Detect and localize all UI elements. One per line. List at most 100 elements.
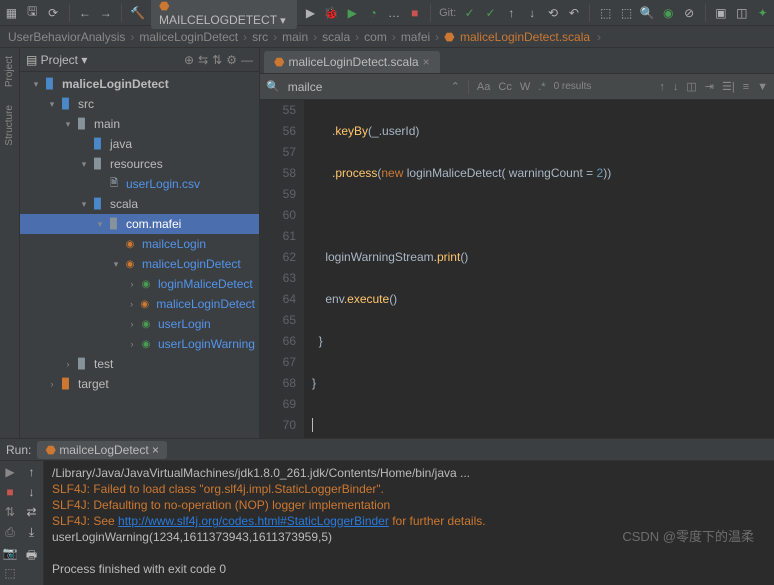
git-revert-icon[interactable]: ↶ [566, 5, 581, 21]
run-actions-left: ▶ ■ ⇅ ⎙ 📷 ⬚ [0, 461, 20, 585]
tree-node[interactable]: ›▉target [20, 374, 259, 394]
forward-icon[interactable]: → [98, 5, 113, 21]
match-case[interactable]: Aa [477, 81, 490, 93]
tree-node[interactable]: ▾▉scala [20, 194, 259, 214]
profile-icon[interactable]: ◔ [366, 5, 381, 21]
crumb[interactable]: mafei [401, 30, 430, 44]
run-actions-right: ↑ ↓ ⇄ ⤓ 🖶 [20, 461, 44, 585]
crumb[interactable]: src [252, 30, 268, 44]
stop-icon[interactable]: ■ [6, 485, 13, 499]
tree-node-selected[interactable]: ▾▉com.mafei [20, 214, 259, 234]
tree-node[interactable]: ▾▉resources [20, 154, 259, 174]
project-tab[interactable]: Project [4, 52, 15, 91]
debug-icon[interactable]: 🐞 [324, 5, 339, 21]
up-icon[interactable]: ↑ [29, 465, 35, 479]
hide-icon[interactable]: — [241, 53, 253, 67]
down-icon[interactable]: ↓ [673, 81, 679, 93]
project-tool-window: ▤ Project ▾ ⊕ ⇆ ⇅ ⚙ — ▾▉maliceLoginDetec… [20, 48, 260, 438]
tree-node[interactable]: ▾▉main [20, 114, 259, 134]
sel-lines-icon[interactable]: ☰| [722, 80, 735, 93]
run-tool-window: Run: ⬣ mailceLogDetect × ▶ ■ ⇅ ⎙ 📷 ⬚ ↑ ↓… [0, 438, 774, 585]
run-config-dropdown[interactable]: ⬣ MAILCELOGDETECT ▾ [151, 0, 297, 29]
find-icon[interactable]: 🔍 [640, 5, 655, 21]
git-commit-icon[interactable]: ✓ [483, 5, 498, 21]
file-icon[interactable]: ▦ [4, 5, 19, 21]
tree-node[interactable]: ›▉test [20, 354, 259, 374]
exit-icon[interactable]: ⬚ [4, 566, 15, 580]
match-cc[interactable]: Cc [498, 81, 511, 93]
save-icon[interactable]: 🖫 [25, 5, 40, 21]
rerun-icon[interactable]: ▶ [5, 465, 14, 479]
tree-node[interactable]: ▾◉maliceLoginDetect [20, 254, 259, 274]
search-input[interactable] [288, 80, 443, 94]
crumb[interactable]: main [282, 30, 308, 44]
tools-icon[interactable]: ⬚ [619, 5, 634, 21]
structure-tab[interactable]: Structure [4, 101, 15, 150]
run-header: Run: ⬣ mailceLogDetect × [0, 439, 774, 461]
file-tab[interactable]: ⬣maliceLoginDetect.scala× [264, 51, 440, 73]
hammer-icon[interactable]: 🔨 [130, 5, 145, 21]
git-push-icon[interactable]: ↑ [504, 5, 519, 21]
stop-icon[interactable]: ■ [407, 5, 422, 21]
layout-icon[interactable]: ⇅ [5, 505, 15, 519]
git-pull-icon[interactable]: ✓ [462, 5, 477, 21]
vcs-icon[interactable]: ◉ [661, 5, 676, 21]
coverage-icon[interactable]: ▶ [345, 5, 360, 21]
run-icon[interactable]: ▶ [303, 5, 318, 21]
gutter: 55565758596061626364656667686970 [260, 100, 304, 438]
tree-node[interactable]: ▾▉src [20, 94, 259, 114]
find-bar: 🔍 ⌃ Aa Cc W .* 0 results ↑ ↓ ◫ ⇥ ☰| ≡ ▼ [260, 74, 774, 100]
crumb[interactable]: com [364, 30, 387, 44]
scroll-icon[interactable]: ⤓ [29, 525, 34, 540]
collapse-icon[interactable]: ⇅ [212, 53, 222, 67]
crumb[interactable]: scala [322, 30, 350, 44]
filter-icon[interactable]: ≡ [743, 81, 749, 93]
tree-node[interactable]: ›◉loginMaliceDetect [20, 274, 259, 294]
print-icon[interactable]: 🖶 [26, 546, 37, 567]
match-words[interactable]: W [520, 81, 530, 93]
attach-icon[interactable]: … [387, 5, 402, 21]
up-icon[interactable]: ↑ [659, 81, 665, 93]
wrap-icon[interactable]: ⇄ [26, 505, 36, 519]
select-all-icon[interactable]: ◫ [686, 80, 696, 93]
code-area[interactable]: 55565758596061626364656667686970 .keyBy(… [260, 100, 774, 438]
tree-node[interactable]: ›◉userLogin [20, 314, 259, 334]
code-lines[interactable]: .keyBy(_.userId) .process(new loginMalic… [304, 100, 774, 438]
search-icon[interactable]: ⬚ [598, 5, 613, 21]
back-icon[interactable]: ← [77, 5, 92, 21]
pref-icon[interactable]: ⊘ [682, 5, 697, 21]
puzzle-icon[interactable]: ✦ [755, 5, 770, 21]
tree-node[interactable]: ▉java [20, 134, 259, 154]
git-label: Git: [439, 7, 456, 19]
down-icon[interactable]: ↓ [29, 485, 35, 499]
git-update-icon[interactable]: ↓ [525, 5, 540, 21]
search-results: 0 results [554, 81, 592, 92]
pin-icon[interactable]: ⎙ [5, 525, 15, 540]
search-icon: 🔍 [266, 80, 280, 93]
editor: ⬣maliceLoginDetect.scala× 🔍 ⌃ Aa Cc W .*… [260, 48, 774, 438]
tree-node[interactable]: ▾▉maliceLoginDetect [20, 74, 259, 94]
win-icon[interactable]: ◫ [734, 5, 749, 21]
tree-node[interactable]: ◉mailceLogin [20, 234, 259, 254]
project-tree: ▾▉maliceLoginDetect ▾▉src ▾▉main ▉java ▾… [20, 72, 259, 438]
prev-icon[interactable]: ⌃ [451, 80, 460, 93]
console-output[interactable]: /Library/Java/JavaVirtualMachines/jdk1.8… [44, 461, 774, 585]
tree-node[interactable]: ›◉maliceLoginDetect [20, 294, 259, 314]
breadcrumb: UserBehaviorAnalysis› maliceLoginDetect›… [0, 26, 774, 48]
av-icon[interactable]: ▣ [713, 5, 728, 21]
crumb-file[interactable]: ⬣ maliceLoginDetect.scala [444, 30, 592, 44]
git-history-icon[interactable]: ⟲ [546, 5, 561, 21]
add-sel-icon[interactable]: ⇥ [705, 80, 714, 93]
gear-icon[interactable]: ⚙ [226, 53, 237, 67]
editor-tabs: ⬣maliceLoginDetect.scala× [260, 48, 774, 74]
funnel-icon[interactable]: ▼ [757, 81, 768, 93]
crumb[interactable]: UserBehaviorAnalysis [8, 30, 125, 44]
select-icon[interactable]: ⊕ [184, 53, 194, 67]
refresh-icon[interactable]: ⟳ [46, 5, 61, 21]
tree-node[interactable]: 🗎userLogin.csv [20, 174, 259, 194]
tree-node[interactable]: ›◉userLoginWarning [20, 334, 259, 354]
expand-icon[interactable]: ⇆ [198, 53, 208, 67]
camera-icon[interactable]: 📷 [3, 546, 18, 560]
regex-toggle[interactable]: .* [538, 81, 545, 93]
crumb[interactable]: maliceLoginDetect [139, 30, 238, 44]
